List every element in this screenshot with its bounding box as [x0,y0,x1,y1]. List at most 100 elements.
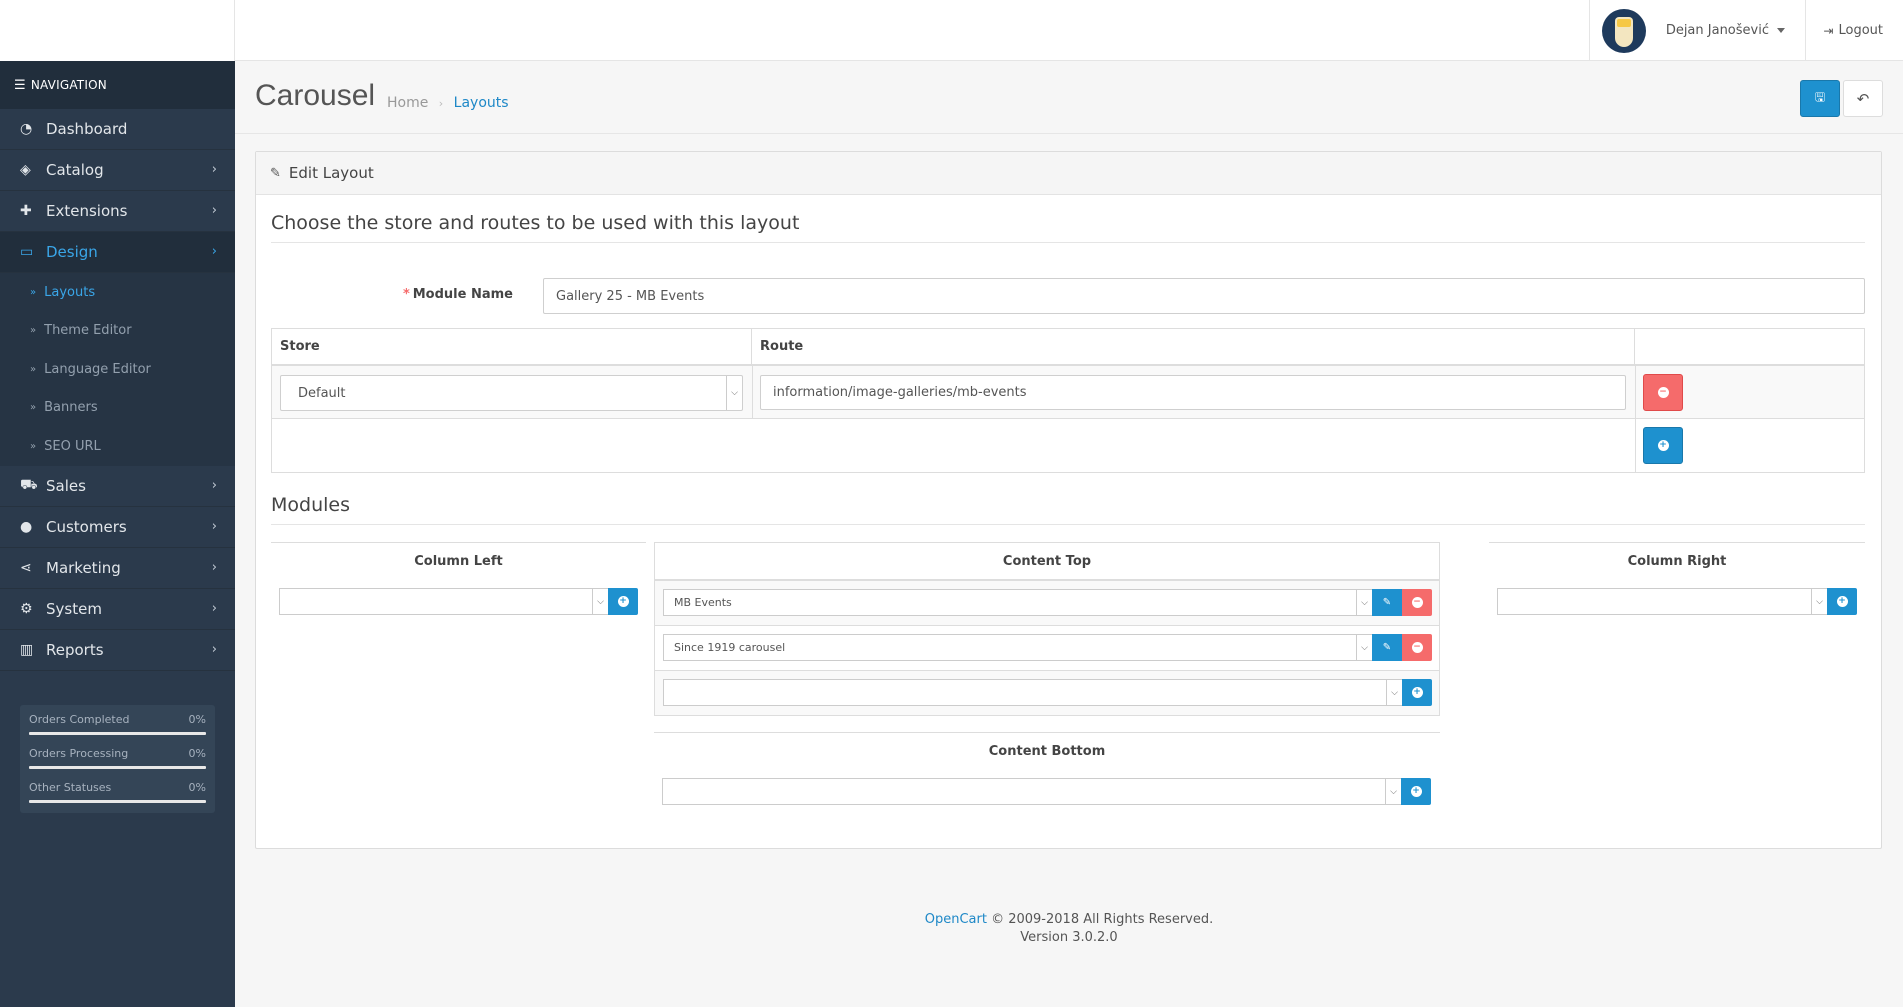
page-title: Carousel [255,79,376,112]
chevron-down-icon: ⌵ [1811,589,1827,614]
chevron-right-icon: › [211,477,217,493]
edit-module-button[interactable]: ✎ [1372,589,1402,616]
breadcrumb-layouts[interactable]: Layouts [454,95,509,111]
column-left-select-group: ⌵ + [279,588,638,615]
version-text: Version 3.0.2.0 [1020,930,1118,945]
module-select[interactable]: ⌵ [663,679,1402,706]
column-right-select[interactable]: ⌵ [1497,588,1827,615]
sidebar-item-dashboard[interactable]: ◔ Dashboard [0,109,235,150]
chevron-down-icon: ⌵ [1356,635,1372,660]
sign-out-icon: ⇥ [1823,23,1834,38]
remove-route-button[interactable]: − [1643,374,1683,411]
breadcrumb: Home › Layouts [387,95,509,111]
nav-title: NAVIGATION [30,78,107,92]
add-module-button[interactable]: + [608,588,638,615]
sidebar-subitem-language-editor[interactable]: » Language Editor [0,350,235,389]
column-right-section: Column Right ⌵ + [1489,542,1865,615]
user-name: Dejan Janošević [1665,23,1769,38]
remove-module-button[interactable]: − [1402,589,1432,616]
subitem-label: SEO URL [44,438,101,454]
add-module-button[interactable]: + [1402,679,1432,706]
order-stats: Orders Completed 0% Orders Processing 0% O… [20,704,215,813]
route-table: Store Route Default ⌵ information/image-… [271,328,1865,473]
add-module-button[interactable]: + [1401,778,1431,805]
add-module-button[interactable]: + [1827,588,1857,615]
stat-value: 0% [188,780,206,794]
sidebar-subitem-seo-url[interactable]: » SEO URL [0,427,235,466]
double-chevron-icon: » [30,286,37,298]
caret-down-icon [1777,28,1785,33]
sidebar-subitem-layouts[interactable]: » Layouts [0,273,235,312]
hamburger-icon: ☰ [14,77,26,93]
chevron-down-icon: ⌵ [1356,590,1372,615]
module-select-value: MB Events [674,596,732,609]
sidebar-item-reports[interactable]: ▥ Reports › [0,629,235,671]
sidebar-item-system[interactable]: ⚙ System › [0,588,235,630]
plus-circle-icon: + [1410,786,1422,797]
sidebar-item-sales[interactable]: ⛟ Sales › [0,465,235,507]
stat-orders-processing: Orders Processing 0% [29,747,206,769]
sidebar-item-design[interactable]: ▭ Design › [0,232,235,273]
minus-circle-icon: − [1411,597,1423,608]
save-button[interactable]: 🖫 [1800,80,1840,117]
store-select-value: Default [298,385,346,401]
chevron-right-icon: › [211,244,217,259]
chevron-right-icon: › [211,203,217,218]
breadcrumb-home[interactable]: Home [387,95,428,111]
sidebar-item-customers[interactable]: ● Customers › [0,506,235,548]
back-button[interactable]: ↶ [1843,80,1883,117]
panel-heading: ✎ Edit Layout [256,152,1881,195]
content-bottom-select-group: ⌵ + [662,778,1431,805]
module-select[interactable]: MB Events ⌵ [663,589,1372,616]
remove-module-button[interactable]: − [1402,634,1432,661]
nav-header[interactable]: ☰ NAVIGATION [0,61,235,109]
logout-link[interactable]: ⇥ Logout [1823,0,1883,61]
sidebar-item-marketing[interactable]: ⋖ Marketing › [0,547,235,589]
user-icon: ● [20,518,33,535]
subitem-label: Banners [44,400,98,416]
content-bottom-select[interactable]: ⌵ [662,778,1401,805]
plus-circle-icon: + [1836,596,1848,607]
chevron-down-icon: ⌵ [1385,779,1401,804]
puzzle-icon: ✚ [20,203,32,219]
table-row: Default ⌵ information/image-galleries/mb… [272,366,1864,419]
chevron-right-icon: › [211,518,217,534]
store-select[interactable]: Default ⌵ [280,375,743,411]
edit-module-button[interactable]: ✎ [1372,634,1402,661]
double-chevron-icon: » [30,402,37,414]
sidebar-subitem-theme-editor[interactable]: » Theme Editor [0,312,235,351]
design-submenu: » Layouts » Theme Editor » Language Edit… [0,273,235,466]
module-select[interactable]: Since 1919 carousel ⌵ [663,634,1372,661]
chevron-right-icon: › [211,600,217,616]
module-name-label: * Module Name [402,287,513,302]
column-right-heading: Column Right [1489,542,1865,579]
sidebar-item-label: Sales [46,476,86,495]
sidebar-item-label: Marketing [46,558,121,577]
module-select-value: Since 1919 carousel [674,641,786,654]
page-header: Carousel Home › Layouts 🖫 ↶ [235,61,1903,134]
sidebar-subitem-banners[interactable]: » Banners [0,389,235,428]
required-marker: * [402,287,410,302]
double-chevron-icon: » [30,440,37,452]
content-top-section: Content Top MB Events ⌵ ✎ − Since 1919 c… [654,542,1440,716]
module-name-row: * Module Name Gallery 25 - MB Events [271,278,1865,314]
sidebar-item-label: Extensions [46,202,128,220]
progress-bar [29,765,206,769]
module-select-group: ⌵ + [663,679,1432,706]
module-name-input[interactable]: Gallery 25 - MB Events [543,278,1865,314]
opencart-link[interactable]: OpenCart [925,912,987,927]
chevron-down-icon: ⌵ [1386,680,1402,705]
column-left-select[interactable]: ⌵ [279,588,608,615]
tags-icon: ◈ [20,162,31,178]
add-route-button[interactable]: + [1643,427,1683,464]
modules-legend: Modules [271,494,1865,525]
column-header-action [1635,329,1864,364]
user-menu[interactable]: Dejan Janošević [1588,0,1806,61]
dashboard-icon: ◔ [20,121,33,137]
chevron-right-icon: › [211,559,217,575]
sidebar-item-catalog[interactable]: ◈ Catalog › [0,150,235,191]
avatar [1601,8,1646,53]
sidebar-item-extensions[interactable]: ✚ Extensions › [0,191,235,232]
route-input[interactable]: information/image-galleries/mb-events [760,375,1626,410]
list-item: ⌵ + [655,670,1439,715]
